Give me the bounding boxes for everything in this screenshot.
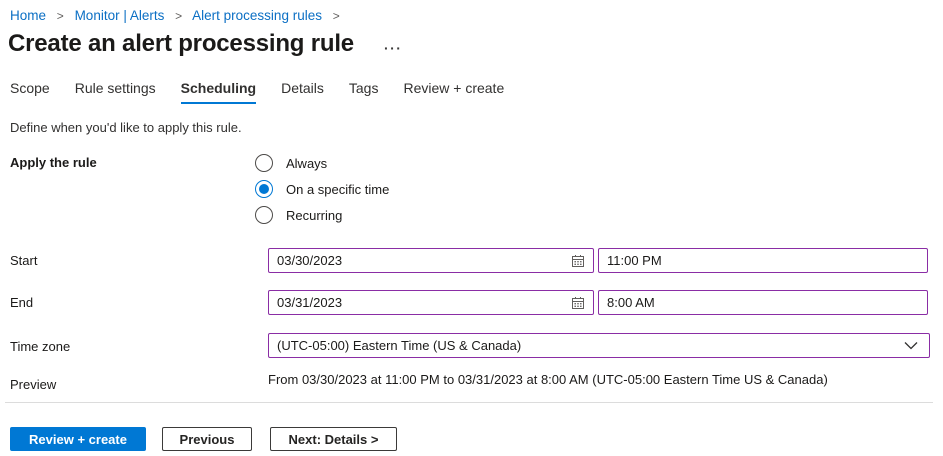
end-date-input[interactable] bbox=[269, 291, 571, 314]
breadcrumb: Home > Monitor | Alerts > Alert processi… bbox=[10, 8, 347, 23]
tab-tags[interactable]: Tags bbox=[349, 80, 379, 104]
preview-value: From 03/30/2023 at 11:00 PM to 03/31/202… bbox=[268, 372, 828, 387]
next-details-button[interactable]: Next: Details > bbox=[270, 427, 397, 451]
radio-label-on-a-specific-time: On a specific time bbox=[286, 182, 389, 197]
time-zone-label: Time zone bbox=[10, 339, 70, 354]
create-alert-processing-rule-page: Home > Monitor | Alerts > Alert processi… bbox=[0, 0, 943, 456]
page-description: Define when you'd like to apply this rul… bbox=[10, 120, 242, 135]
tab-rule-settings[interactable]: Rule settings bbox=[75, 80, 156, 104]
review-create-button[interactable]: Review + create bbox=[10, 427, 146, 451]
footer-divider bbox=[5, 402, 933, 403]
start-time-input[interactable] bbox=[599, 249, 927, 272]
title-row: Create an alert processing rule ··· bbox=[8, 30, 402, 58]
end-time-input[interactable] bbox=[599, 291, 927, 314]
calendar-icon[interactable] bbox=[571, 254, 585, 268]
time-zone-dropdown[interactable]: (UTC-05:00) Eastern Time (US & Canada) bbox=[268, 333, 930, 358]
radio-icon bbox=[255, 206, 273, 224]
start-time-field bbox=[598, 248, 928, 273]
time-zone-selected-value: (UTC-05:00) Eastern Time (US & Canada) bbox=[269, 338, 904, 353]
radio-icon bbox=[255, 154, 273, 172]
apply-the-rule-label: Apply the rule bbox=[10, 155, 97, 170]
tab-scheduling[interactable]: Scheduling bbox=[181, 80, 256, 104]
apply-the-rule-radio-group: Always On a specific time Recurring bbox=[255, 154, 389, 224]
breadcrumb-separator-icon: > bbox=[57, 9, 64, 23]
radio-label-always: Always bbox=[286, 156, 327, 171]
tab-bar: Scope Rule settings Scheduling Details T… bbox=[10, 80, 504, 104]
more-icon[interactable]: ··· bbox=[384, 44, 403, 52]
preview-label: Preview bbox=[10, 377, 56, 392]
page-title: Create an alert processing rule bbox=[8, 30, 354, 58]
radio-option-always[interactable]: Always bbox=[255, 154, 389, 172]
tab-review-create[interactable]: Review + create bbox=[403, 80, 504, 104]
radio-label-recurring: Recurring bbox=[286, 208, 342, 223]
end-time-field bbox=[598, 290, 928, 315]
start-date-field bbox=[268, 248, 594, 273]
end-date-field bbox=[268, 290, 594, 315]
breadcrumb-separator-icon: > bbox=[333, 9, 340, 23]
radio-option-on-a-specific-time[interactable]: On a specific time bbox=[255, 180, 389, 198]
end-label: End bbox=[10, 295, 33, 310]
tab-scope[interactable]: Scope bbox=[10, 80, 50, 104]
start-label: Start bbox=[10, 253, 37, 268]
radio-selected-icon bbox=[255, 180, 273, 198]
previous-button[interactable]: Previous bbox=[162, 427, 252, 451]
breadcrumb-home[interactable]: Home bbox=[10, 8, 46, 23]
breadcrumb-alert-processing-rules[interactable]: Alert processing rules bbox=[192, 8, 322, 23]
calendar-icon[interactable] bbox=[571, 296, 585, 310]
breadcrumb-separator-icon: > bbox=[175, 9, 182, 23]
start-date-input[interactable] bbox=[269, 249, 571, 272]
chevron-down-icon bbox=[904, 341, 918, 350]
radio-option-recurring[interactable]: Recurring bbox=[255, 206, 389, 224]
tab-details[interactable]: Details bbox=[281, 80, 324, 104]
breadcrumb-monitor-alerts[interactable]: Monitor | Alerts bbox=[75, 8, 165, 23]
